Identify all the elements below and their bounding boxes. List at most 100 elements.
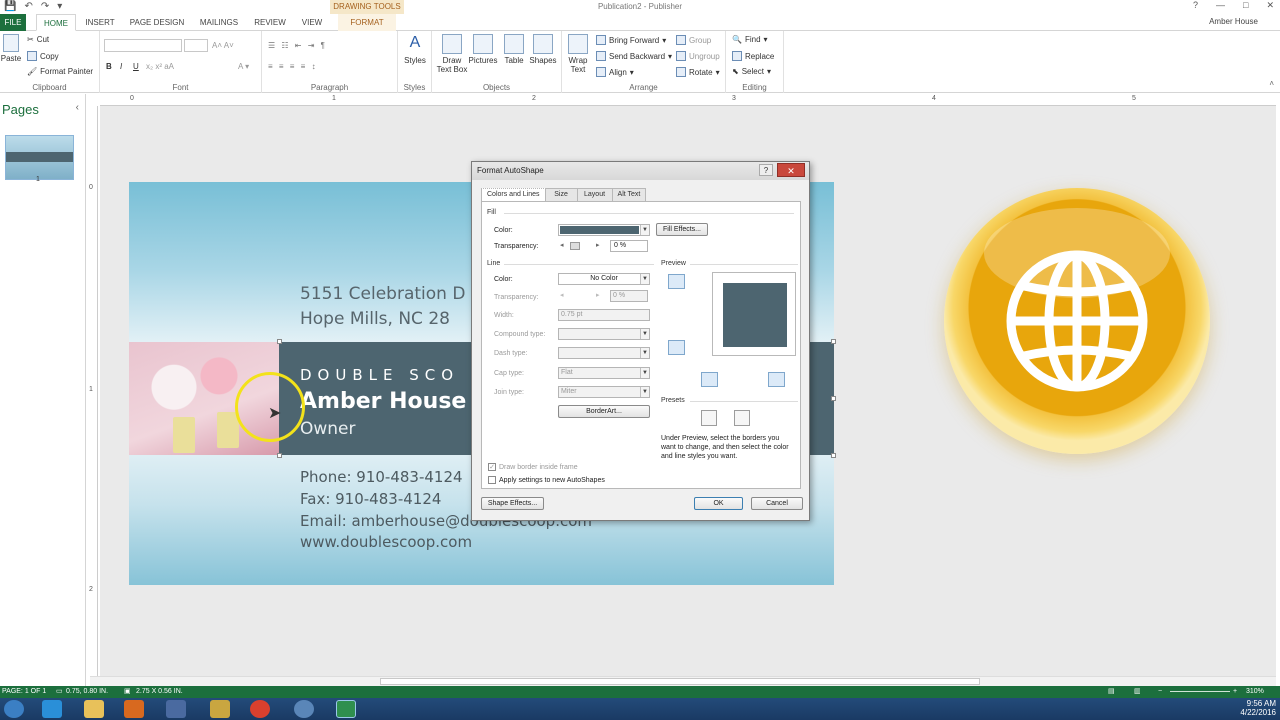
fill-transparency-input[interactable]: 0 % <box>610 240 648 252</box>
right-border-button[interactable] <box>768 372 785 387</box>
bottom-border-button[interactable] <box>668 340 685 355</box>
cap-type-dropdown[interactable]: Flat ▼ <box>558 367 650 379</box>
tab-colors-and-lines[interactable]: Colors and Lines <box>481 188 546 202</box>
person-title[interactable]: Owner <box>300 419 356 439</box>
calculator-icon[interactable] <box>166 700 186 718</box>
selection-handle[interactable] <box>831 339 836 344</box>
close-button[interactable]: ✕ <box>1266 0 1274 11</box>
bullets-numbering-buttons[interactable]: ☰ ☷ ⇤ ⇥ ¶ <box>268 41 327 50</box>
tab-size[interactable]: Size <box>544 188 578 201</box>
minimize-button[interactable]: — <box>1216 0 1225 11</box>
tab-file[interactable]: FILE <box>0 14 26 31</box>
shape-effects-button[interactable]: Shape Effects... <box>481 497 544 510</box>
grow-font-button[interactable]: A˄ A˅ <box>212 41 234 50</box>
ok-button[interactable]: OK <box>694 497 743 510</box>
slider-right-arrow-icon[interactable]: ▸ <box>596 241 600 249</box>
file-explorer-icon[interactable] <box>84 700 104 718</box>
maximize-button[interactable]: □ <box>1243 0 1248 11</box>
fax-text[interactable]: Fax: 910-483-4124 <box>300 490 441 508</box>
fill-transparency-slider[interactable]: ◂ ▸ <box>558 241 608 251</box>
internet-explorer-icon[interactable] <box>42 700 62 718</box>
rotate-button[interactable]: Rotate ▾ <box>676 67 720 77</box>
cancel-button[interactable]: Cancel <box>751 497 803 510</box>
line-transparency-slider[interactable]: ◂ ▸ <box>558 291 608 301</box>
tab-format[interactable]: FORMAT <box>338 14 396 31</box>
preset-box-button[interactable] <box>734 410 750 426</box>
company-name[interactable]: DOUBLE SCO <box>300 366 459 384</box>
italic-button[interactable]: I <box>120 62 122 71</box>
horizontal-scrollbar[interactable] <box>90 676 1276 686</box>
selection-handle[interactable] <box>277 339 282 344</box>
phone-text[interactable]: Phone: 910-483-4124 <box>300 468 463 486</box>
left-border-button[interactable] <box>701 372 718 387</box>
line-transparency-input[interactable]: 0 % <box>610 290 648 302</box>
zoom-in-icon[interactable]: + <box>1233 686 1237 698</box>
tab-view[interactable]: VIEW <box>294 14 330 31</box>
page-indicator[interactable]: PAGE: 1 OF 1 <box>2 686 46 698</box>
line-width-input[interactable]: 0.75 pt <box>558 309 650 321</box>
help-button[interactable]: ? <box>1193 0 1198 11</box>
alignment-buttons[interactable]: ≡ ≡ ≡ ≡ ↕ <box>268 62 318 71</box>
join-type-dropdown[interactable]: Miter ▼ <box>558 386 650 398</box>
selection-handle[interactable] <box>277 453 282 458</box>
tab-layout[interactable]: Layout <box>576 188 613 201</box>
border-art-button[interactable]: BorderArt... <box>558 405 650 418</box>
zoom-slider[interactable] <box>1170 691 1230 692</box>
collapse-ribbon-icon[interactable]: ˄ <box>1269 79 1274 88</box>
publisher-icon[interactable] <box>336 700 356 718</box>
web-text[interactable]: www.doublescoop.com <box>300 533 472 551</box>
ungroup-button[interactable]: Ungroup <box>676 51 720 61</box>
font-color-button[interactable]: A ▾ <box>238 62 249 71</box>
pictures-button[interactable]: Pictures <box>468 34 498 65</box>
replace-button[interactable]: Replace <box>732 51 774 61</box>
zoom-out-icon[interactable]: − <box>1158 686 1162 698</box>
top-border-button[interactable] <box>668 274 685 289</box>
dialog-close-button[interactable]: ✕ <box>777 163 805 177</box>
font-size-combo[interactable] <box>184 39 208 52</box>
find-button[interactable]: 🔍 Find ▾ <box>732 35 768 44</box>
shapes-button[interactable]: Shapes <box>528 34 558 65</box>
align-button[interactable]: Align ▾ <box>596 67 634 77</box>
draw-text-box-button[interactable]: Draw Text Box <box>436 34 468 74</box>
dialog-help-button[interactable]: ? <box>759 164 773 176</box>
font-name-combo[interactable] <box>104 39 182 52</box>
app-icon[interactable] <box>210 700 230 718</box>
tab-review[interactable]: REVIEW <box>250 14 290 31</box>
send-backward-button[interactable]: Send Backward ▾ <box>596 51 672 61</box>
bold-button[interactable]: B <box>106 62 112 71</box>
tab-page-design[interactable]: PAGE DESIGN <box>126 14 188 31</box>
format-painter-button[interactable]: 🖌 Format Painter <box>27 67 93 76</box>
draw-border-inside-checkbox[interactable]: ✓ Draw border inside frame <box>488 463 578 471</box>
styles-button[interactable]: A Styles <box>400 34 430 65</box>
media-player-icon[interactable] <box>124 700 144 718</box>
fill-color-dropdown[interactable]: ▼ <box>558 224 650 236</box>
zoom-level[interactable]: 310% <box>1246 686 1264 698</box>
chrome-icon[interactable] <box>250 700 270 718</box>
two-page-view-icon[interactable]: ▥ <box>1134 686 1141 698</box>
tab-home[interactable]: HOME <box>36 14 76 31</box>
copy-button[interactable]: Copy <box>27 51 59 61</box>
page-thumbnail[interactable] <box>5 135 74 180</box>
start-button-icon[interactable] <box>4 700 24 718</box>
tab-alt-text[interactable]: Alt Text <box>611 188 647 201</box>
paste-button[interactable]: Paste <box>0 34 22 63</box>
address-line-1[interactable]: 5151 Celebration D <box>300 284 465 304</box>
selection-handle[interactable] <box>831 396 836 401</box>
fill-effects-button[interactable]: Fill Effects... <box>656 223 708 236</box>
slider-thumb[interactable] <box>570 242 580 250</box>
compound-type-dropdown[interactable]: ▼ <box>558 328 650 340</box>
table-button[interactable]: Table <box>499 34 529 65</box>
slider-left-arrow-icon[interactable]: ◂ <box>560 241 564 249</box>
select-button[interactable]: ⬉ Select ▾ <box>732 67 771 76</box>
tab-mailings[interactable]: MAILINGS <box>194 14 244 31</box>
selection-handle[interactable] <box>831 453 836 458</box>
group-button[interactable]: Group <box>676 35 711 45</box>
scrollbar-thumb[interactable] <box>380 678 980 685</box>
clock-date[interactable]: 4/22/2016 <box>1240 708 1276 717</box>
preset-none-button[interactable] <box>701 410 717 426</box>
line-color-dropdown[interactable]: No Color ▼ <box>558 273 650 285</box>
apply-new-autoshapes-checkbox[interactable]: Apply settings to new AutoShapes <box>488 476 605 484</box>
app-icon[interactable] <box>294 700 314 718</box>
collapse-pane-icon[interactable]: ‹ <box>76 102 79 113</box>
clock-time[interactable]: 9:56 AM <box>1240 699 1276 708</box>
